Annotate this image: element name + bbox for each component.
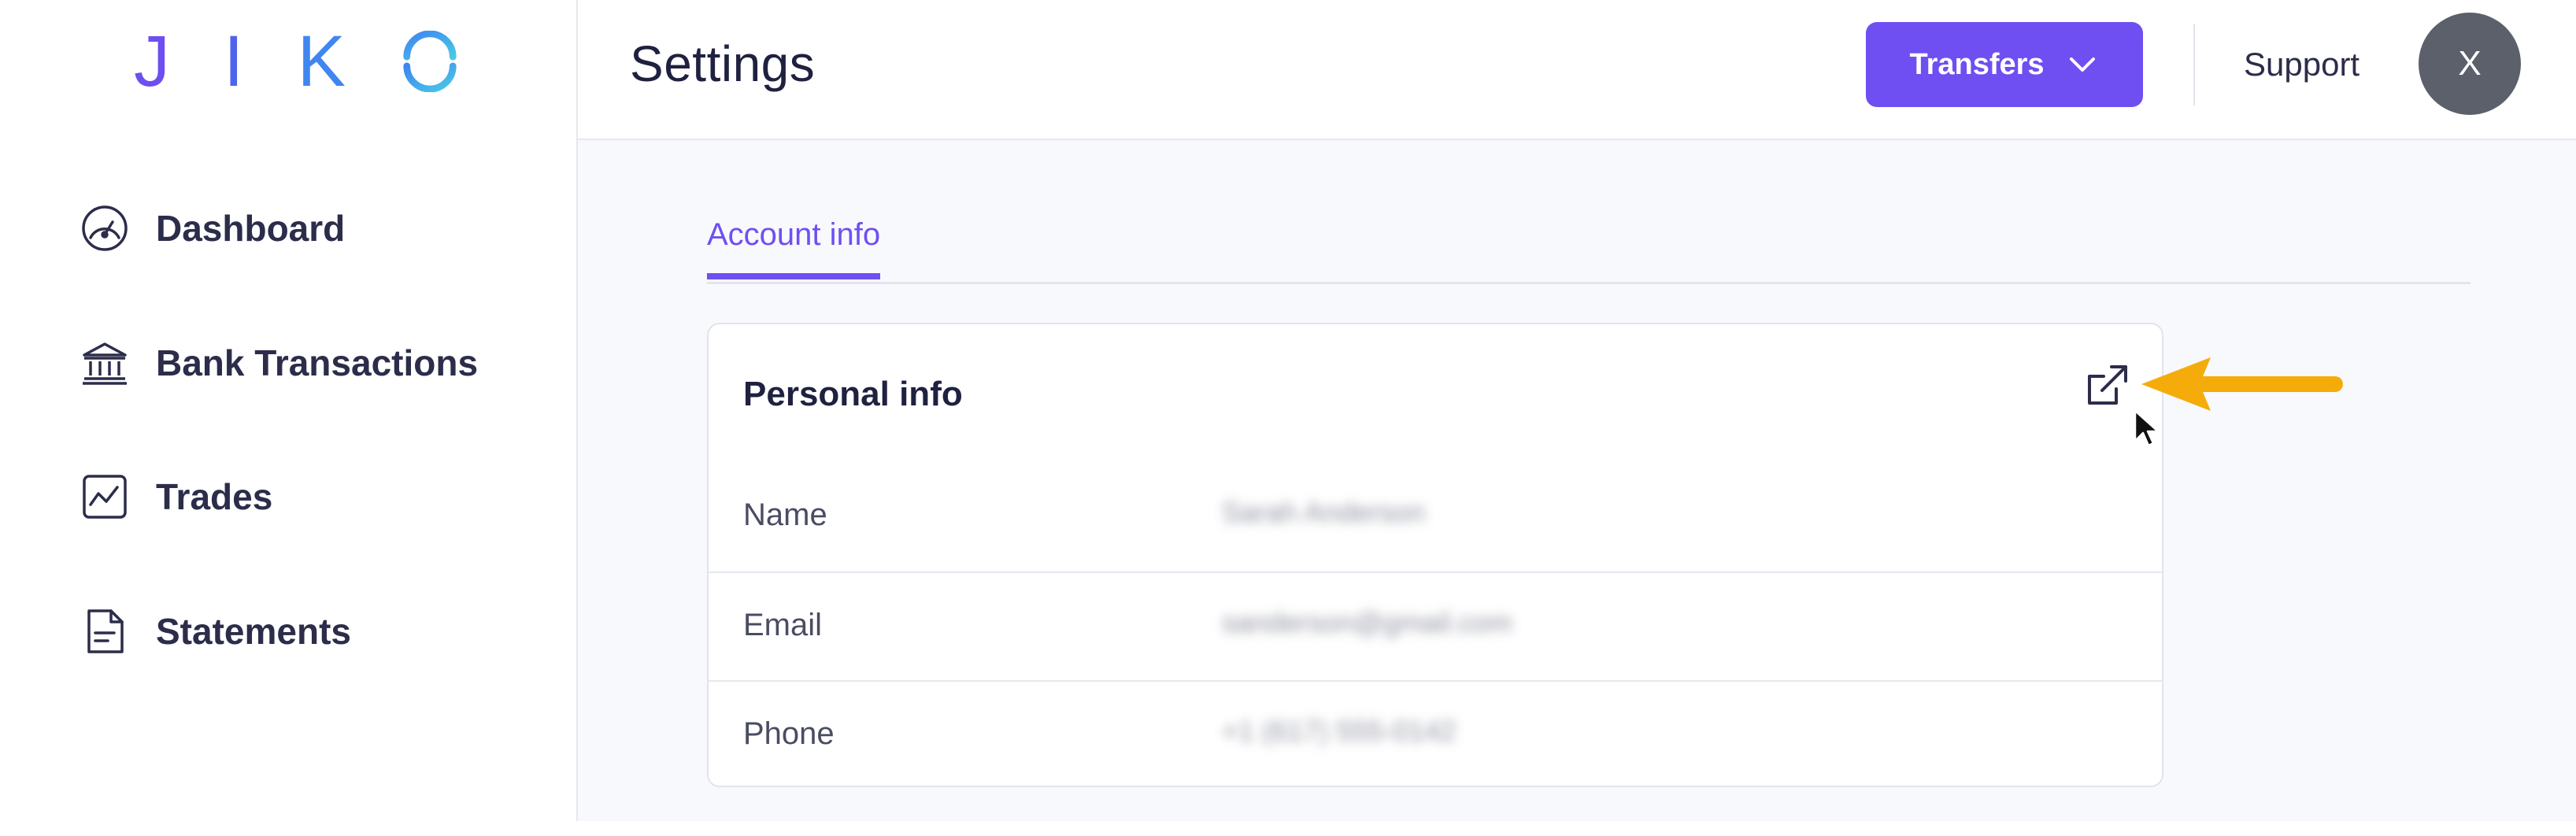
mouse-cursor-icon xyxy=(2134,409,2160,447)
logo-letter-i: I xyxy=(224,21,244,102)
header-divider xyxy=(2193,24,2195,105)
annotation-arrow-icon xyxy=(2141,357,2343,411)
sidebar-item-dashboard[interactable]: Dashboard xyxy=(77,197,345,260)
info-row-email: Email sanderson@gmail.com xyxy=(709,572,2162,680)
top-header: Settings Transfers Support X xyxy=(578,0,2576,140)
personal-info-card: Personal info Name Sarah Anderson Email … xyxy=(707,323,2163,787)
sidebar-item-label: Trades xyxy=(156,476,273,517)
logo-letter-k: K xyxy=(297,21,346,102)
info-row-name: Name Sarah Anderson xyxy=(709,463,2162,572)
sidebar-item-label: Statements xyxy=(156,611,351,652)
main-content: Account info Personal info Name Sarah An… xyxy=(578,140,2576,821)
gauge-icon xyxy=(77,201,132,256)
sidebar-item-label: Dashboard xyxy=(156,208,346,249)
settings-tabs: Account info xyxy=(707,187,2471,284)
bank-icon xyxy=(77,335,132,390)
chevron-down-icon xyxy=(2069,57,2095,72)
tab-account-info[interactable]: Account info xyxy=(707,217,881,279)
bottom-strip xyxy=(0,821,2576,836)
page-title: Settings xyxy=(630,35,816,92)
avatar[interactable]: X xyxy=(2419,13,2521,115)
row-value-blurred: +1 (617) 555-0142 xyxy=(1222,715,1456,747)
info-row-phone: Phone +1 (617) 555-0142 xyxy=(709,680,2162,789)
row-value-blurred: Sarah Anderson xyxy=(1222,496,1426,528)
support-link[interactable]: Support xyxy=(2244,46,2359,83)
card-title: Personal info xyxy=(743,375,963,413)
avatar-initial: X xyxy=(2458,44,2482,83)
sidebar-item-trades[interactable]: Trades xyxy=(77,465,272,528)
sidebar-item-bank-transactions[interactable]: Bank Transactions xyxy=(77,331,478,394)
row-label: Name xyxy=(743,498,827,532)
sidebar-item-label: Bank Transactions xyxy=(156,342,479,383)
row-label: Email xyxy=(743,608,823,642)
transfers-button-label: Transfers xyxy=(1909,47,2045,81)
sidebar: J I K Dashboard Bank Transactions Trades… xyxy=(0,0,578,821)
logo-ring-icon xyxy=(403,31,457,92)
row-value-blurred: sanderson@gmail.com xyxy=(1222,606,1512,638)
row-label: Phone xyxy=(743,716,835,751)
sidebar-item-statements[interactable]: Statements xyxy=(77,600,351,663)
external-link-icon[interactable] xyxy=(2082,361,2132,411)
logo-letter-j: J xyxy=(134,21,170,102)
chart-line-icon xyxy=(77,469,132,524)
jiko-logo[interactable]: J I K xyxy=(134,21,461,102)
transfers-dropdown-button[interactable]: Transfers xyxy=(1866,22,2143,107)
document-icon xyxy=(77,604,132,659)
